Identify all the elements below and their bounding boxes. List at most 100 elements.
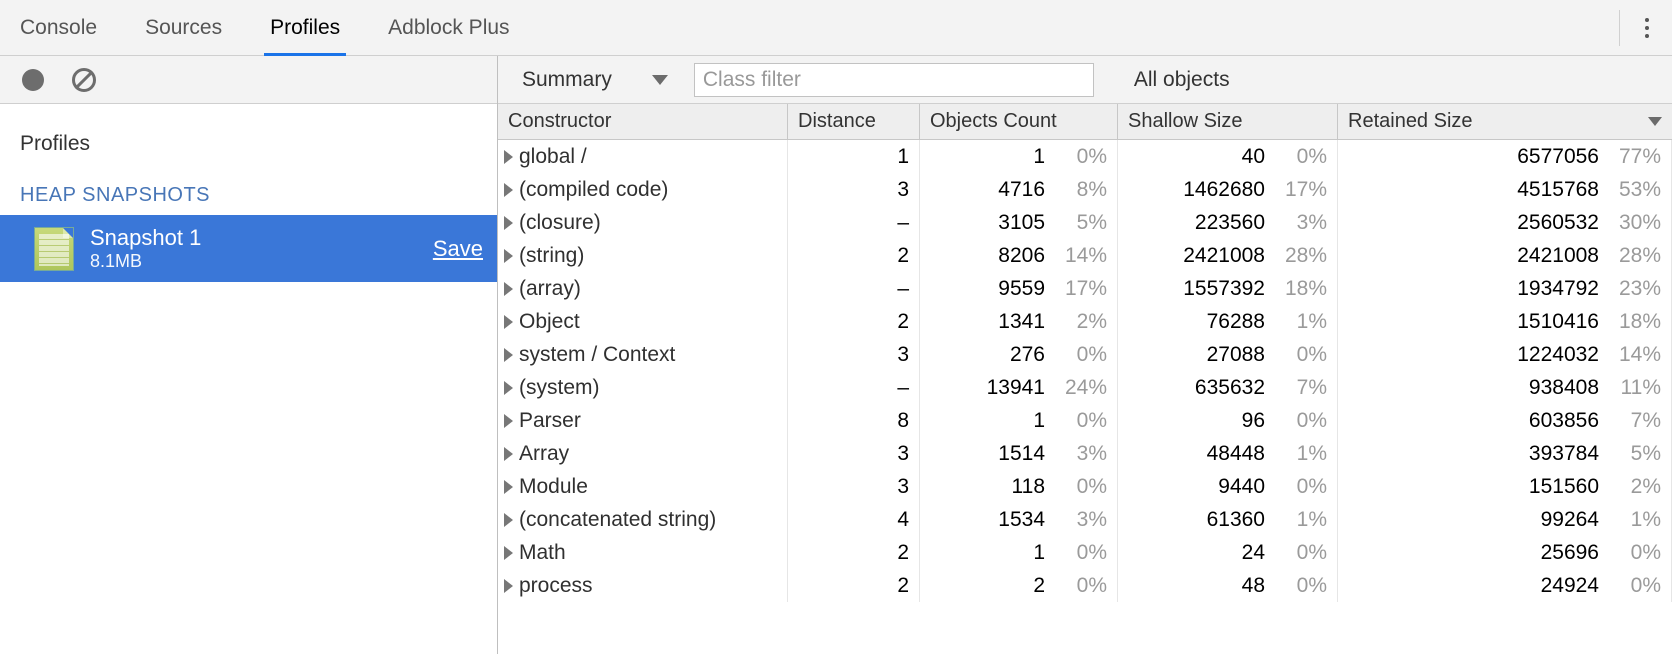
table-row[interactable]: global /110%400%657705677% <box>498 140 1672 173</box>
retained-value: 1510416 <box>1517 310 1599 334</box>
view-dropdown[interactable]: Summary <box>516 68 674 92</box>
table-row[interactable]: (compiled code)347168%146268017%45157685… <box>498 173 1672 206</box>
tab-sources[interactable]: Sources <box>145 0 222 55</box>
expand-triangle-icon[interactable] <box>504 150 513 164</box>
count-value: 4716 <box>998 178 1045 202</box>
expand-triangle-icon[interactable] <box>504 414 513 428</box>
col-constructor[interactable]: Constructor <box>498 104 788 139</box>
expand-triangle-icon[interactable] <box>504 381 513 395</box>
count-pct: 0% <box>1059 475 1107 499</box>
record-icon[interactable] <box>22 69 44 91</box>
table-row[interactable]: (array)–955917%155739218%193479223% <box>498 272 1672 305</box>
table-row[interactable]: Parser810%960%6038567% <box>498 404 1672 437</box>
expand-triangle-icon[interactable] <box>504 315 513 329</box>
snapshot-item[interactable]: Snapshot 1 8.1MB Save <box>0 215 497 282</box>
expand-triangle-icon[interactable] <box>504 579 513 593</box>
table-row[interactable]: process220%480%249240% <box>498 569 1672 602</box>
retained-value: 24924 <box>1541 574 1599 598</box>
class-filter-input[interactable] <box>694 63 1094 97</box>
expand-triangle-icon[interactable] <box>504 480 513 494</box>
tab-profiles[interactable]: Profiles <box>270 0 340 55</box>
table-body[interactable]: global /110%400%657705677%(compiled code… <box>498 140 1672 654</box>
count-value: 118 <box>1012 475 1045 499</box>
col-retained-size[interactable]: Retained Size <box>1338 104 1672 139</box>
constructor-name: system / Context <box>519 343 675 367</box>
distance-value: 1 <box>897 145 909 169</box>
tab-adblock-plus[interactable]: Adblock Plus <box>388 0 509 55</box>
count-pct: 17% <box>1059 277 1107 301</box>
col-objects-count[interactable]: Objects Count <box>920 104 1118 139</box>
retained-value: 6577056 <box>1517 145 1599 169</box>
constructor-name: (closure) <box>519 211 601 235</box>
clear-icon[interactable] <box>72 68 96 92</box>
devtools-tabs: Console Sources Profiles Adblock Plus <box>20 0 510 55</box>
expand-triangle-icon[interactable] <box>504 249 513 263</box>
retained-pct: 2% <box>1613 475 1661 499</box>
col-retained-label: Retained Size <box>1348 110 1473 133</box>
col-shallow-size[interactable]: Shallow Size <box>1118 104 1338 139</box>
shallow-value: 48 <box>1242 574 1265 598</box>
count-value: 1514 <box>998 442 1045 466</box>
shallow-value: 1462680 <box>1183 178 1265 202</box>
constructor-name: process <box>519 574 593 598</box>
distance-value: 4 <box>897 508 909 532</box>
table-row[interactable]: Array315143%484481%3937845% <box>498 437 1672 470</box>
distance-value: 2 <box>897 310 909 334</box>
retained-pct: 30% <box>1613 211 1661 235</box>
tab-console[interactable]: Console <box>20 0 97 55</box>
distance-value: – <box>897 277 909 301</box>
retained-pct: 5% <box>1613 442 1661 466</box>
constructor-name: (concatenated string) <box>519 508 716 532</box>
expand-triangle-icon[interactable] <box>504 216 513 230</box>
table-row[interactable]: Math210%240%256960% <box>498 536 1672 569</box>
snapshot-save-link[interactable]: Save <box>433 236 483 262</box>
detail-panel: Summary All objects Constructor Distance… <box>498 56 1672 654</box>
distance-value: 3 <box>897 178 909 202</box>
table-row[interactable]: (string)2820614%242100828%242100828% <box>498 239 1672 272</box>
expand-triangle-icon[interactable] <box>504 348 513 362</box>
snapshot-title: Snapshot 1 <box>90 225 201 251</box>
retained-value: 603856 <box>1529 409 1599 433</box>
distance-value: 2 <box>897 541 909 565</box>
shallow-pct: 3% <box>1279 211 1327 235</box>
col-distance[interactable]: Distance <box>788 104 920 139</box>
table-row[interactable]: Object213412%762881%151041618% <box>498 305 1672 338</box>
shallow-pct: 1% <box>1279 442 1327 466</box>
count-pct: 3% <box>1059 508 1107 532</box>
table-row[interactable]: system / Context32760%270880%122403214% <box>498 338 1672 371</box>
table-row[interactable]: (closure)–31055%2235603%256053230% <box>498 206 1672 239</box>
scope-dropdown[interactable]: All objects <box>1134 68 1230 92</box>
retained-pct: 23% <box>1613 277 1661 301</box>
expand-triangle-icon[interactable] <box>504 447 513 461</box>
table-row[interactable]: Module31180%94400%1515602% <box>498 470 1672 503</box>
retained-pct: 14% <box>1613 343 1661 367</box>
count-pct: 0% <box>1059 343 1107 367</box>
expand-triangle-icon[interactable] <box>504 183 513 197</box>
kebab-menu-icon[interactable] <box>1638 18 1662 38</box>
count-value: 276 <box>1010 343 1045 367</box>
count-pct: 0% <box>1059 145 1107 169</box>
shallow-value: 223560 <box>1195 211 1265 235</box>
count-pct: 0% <box>1059 541 1107 565</box>
shallow-value: 2421008 <box>1183 244 1265 268</box>
expand-triangle-icon[interactable] <box>504 282 513 296</box>
count-value: 13941 <box>987 376 1045 400</box>
retained-value: 25696 <box>1541 541 1599 565</box>
retained-value: 4515768 <box>1517 178 1599 202</box>
distance-value: – <box>897 376 909 400</box>
constructor-name: (string) <box>519 244 584 268</box>
retained-value: 99264 <box>1541 508 1599 532</box>
retained-value: 1934792 <box>1517 277 1599 301</box>
expand-triangle-icon[interactable] <box>504 546 513 560</box>
distance-value: 3 <box>897 442 909 466</box>
constructor-name: (system) <box>519 376 600 400</box>
count-pct: 8% <box>1059 178 1107 202</box>
table-row[interactable]: (system)–1394124%6356327%93840811% <box>498 371 1672 404</box>
shallow-pct: 0% <box>1279 409 1327 433</box>
count-pct: 5% <box>1059 211 1107 235</box>
table-row[interactable]: (concatenated string)415343%613601%99264… <box>498 503 1672 536</box>
expand-triangle-icon[interactable] <box>504 513 513 527</box>
detail-toolbar: Summary All objects <box>498 56 1672 104</box>
shallow-pct: 0% <box>1279 475 1327 499</box>
shallow-value: 27088 <box>1207 343 1265 367</box>
